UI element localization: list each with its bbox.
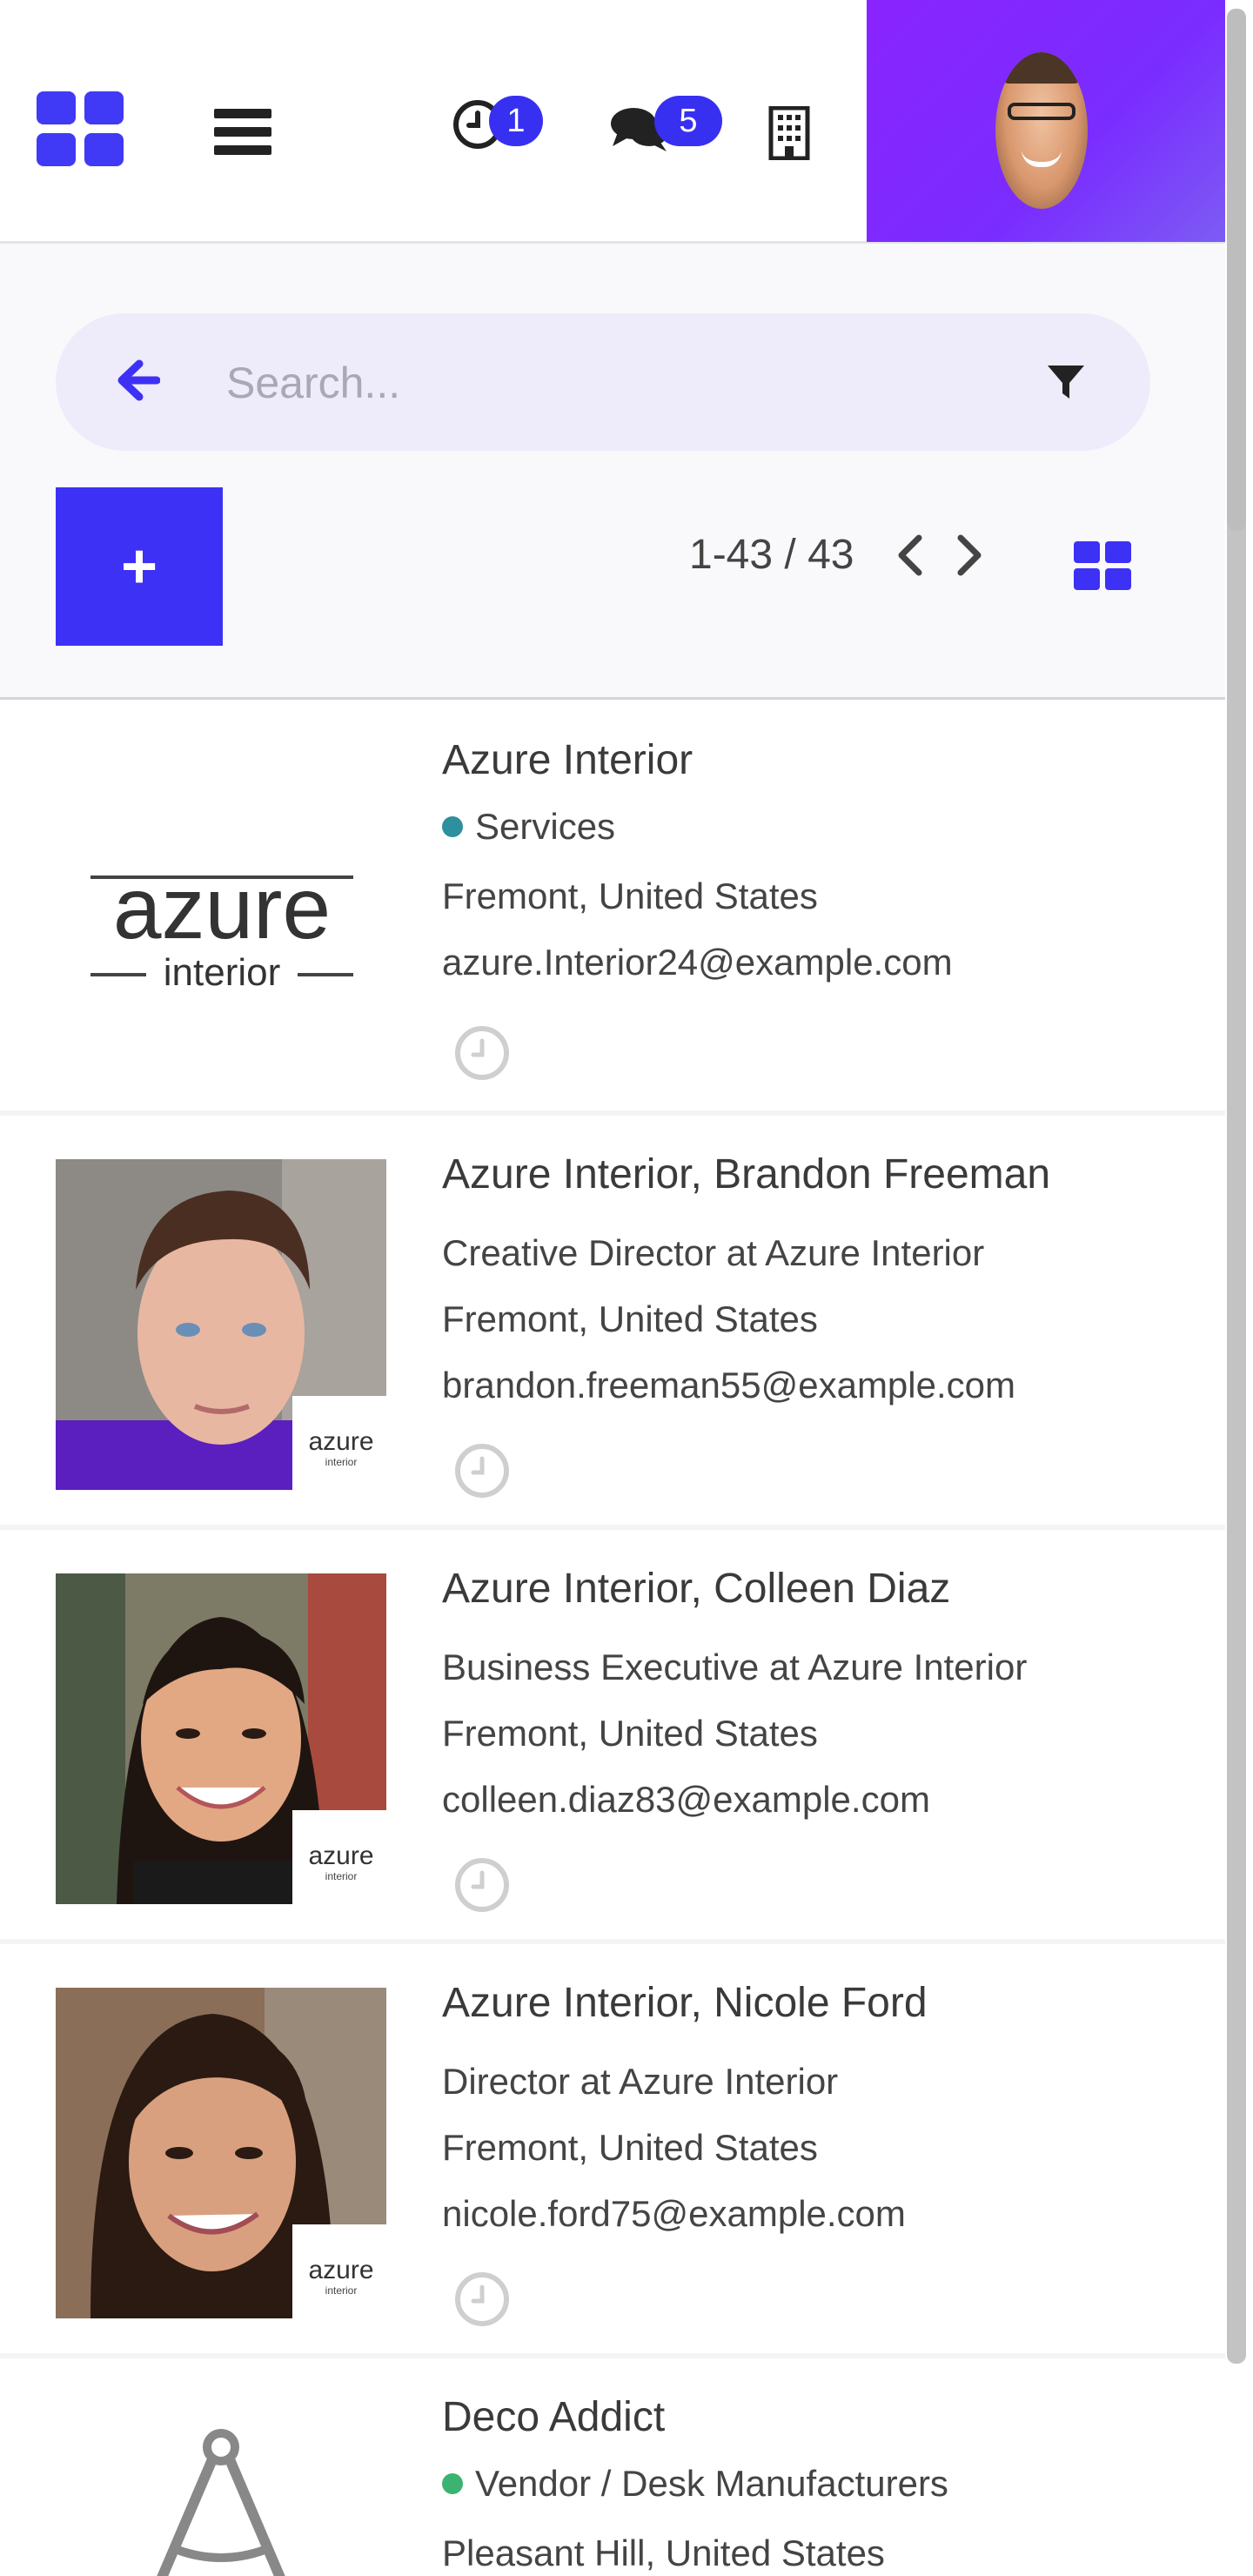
record-email: azure.Interior24@example.com — [442, 942, 953, 983]
record-name: Azure Interior, Colleen Diaz — [442, 1566, 951, 1612]
record-name: Azure Interior, Brandon Freeman — [442, 1151, 1051, 1197]
record-job-title: Director at Azure Interior — [442, 2061, 839, 2102]
clock-icon[interactable] — [452, 1023, 512, 1083]
record-job-title: Business Executive at Azure Interior — [442, 1647, 1028, 1687]
record-city: Fremont, United States — [442, 1713, 818, 1754]
company-mini-logo: azure interior — [292, 2224, 386, 2318]
svg-text:interior: interior — [325, 1870, 358, 1882]
svg-text:azure: azure — [308, 1841, 373, 1870]
company-mini-logo: azure interior — [292, 1396, 386, 1490]
tag-color-dot — [442, 2472, 463, 2494]
record-city: Pleasant Hill, United States — [442, 2532, 885, 2573]
company-mini-logo: azure interior — [292, 1810, 386, 1904]
record-job-title: Creative Director at Azure Interior — [442, 1232, 985, 1273]
company-switcher[interactable] — [767, 105, 811, 161]
messages-count-badge: 5 — [654, 96, 722, 146]
clock-icon[interactable] — [452, 2270, 512, 2329]
search-bar — [56, 313, 1150, 451]
record-city: Fremont, United States — [442, 875, 818, 916]
record-city: Fremont, United States — [442, 1298, 818, 1339]
search-input[interactable] — [226, 348, 1044, 418]
record-name: Deco Addict — [442, 2394, 666, 2440]
record-email: brandon.freeman55@example.com — [442, 1365, 1015, 1405]
user-menu[interactable] — [867, 0, 1225, 242]
top-navbar: 1 5 — [0, 0, 1253, 244]
control-panel: + 1-43 / 43 — [0, 244, 1225, 700]
hamburger-menu-icon[interactable] — [214, 109, 271, 156]
record-name: Azure Interior — [442, 737, 694, 783]
chevron-left-icon[interactable] — [893, 533, 926, 578]
kanban-records: azure interior Azure Interior Services F… — [0, 701, 1225, 2576]
scrollbar-thumb[interactable] — [1227, 9, 1246, 531]
svg-text:azure: azure — [308, 1427, 373, 1456]
building-icon — [768, 105, 810, 161]
record-email: nicole.ford75@example.com — [442, 2193, 906, 2234]
company-logo — [56, 2402, 386, 2576]
scrollbar-rail — [1227, 244, 1246, 2364]
filter-icon[interactable] — [1046, 362, 1086, 402]
svg-text:interior: interior — [325, 2284, 358, 2297]
chevron-right-icon[interactable] — [954, 533, 987, 578]
kanban-record[interactable]: azure interior Azure Interior, Brandon F… — [0, 1116, 1225, 1530]
activity-count-badge: 1 — [489, 96, 543, 146]
kanban-record[interactable]: Deco Addict Vendor / Desk Manufacturers … — [0, 2358, 1225, 2576]
svg-text:interior: interior — [325, 1456, 358, 1468]
tag-color-dot — [442, 815, 463, 837]
apps-grid-icon[interactable] — [37, 91, 124, 166]
record-email: colleen.diaz83@example.com — [442, 1779, 930, 1820]
record-tag: Vendor / Desk Manufacturers — [442, 2463, 948, 2505]
record-name: Azure Interior, Nicole Ford — [442, 1980, 928, 2026]
kanban-record[interactable]: azure interior Azure Interior, Nicole Fo… — [0, 1944, 1225, 2358]
clock-icon[interactable] — [452, 1441, 512, 1500]
svg-text:azure: azure — [308, 2256, 373, 2284]
azure-logo-subtext: interior — [164, 951, 281, 994]
arrow-left-icon[interactable] — [117, 359, 160, 402]
kanban-grid-icon[interactable] — [1074, 541, 1131, 590]
kanban-record[interactable]: azure interior Azure Interior Services F… — [0, 701, 1225, 1116]
create-button[interactable]: + — [56, 487, 223, 646]
contact-photo: azure interior — [56, 1573, 386, 1904]
pager-value[interactable]: 1-43 / 43 — [689, 531, 854, 579]
contact-photo: azure interior — [56, 1159, 386, 1490]
contact-photo: azure interior — [56, 1988, 386, 2318]
record-tag: Services — [442, 806, 615, 848]
azure-logo-text: azure — [113, 860, 331, 957]
kanban-record[interactable]: azure interior Azure Interior, Colleen D… — [0, 1530, 1225, 1944]
clock-icon[interactable] — [452, 1855, 512, 1915]
record-city: Fremont, United States — [442, 2127, 818, 2168]
company-logo: azure interior — [56, 745, 386, 1076]
avatar — [995, 52, 1088, 209]
